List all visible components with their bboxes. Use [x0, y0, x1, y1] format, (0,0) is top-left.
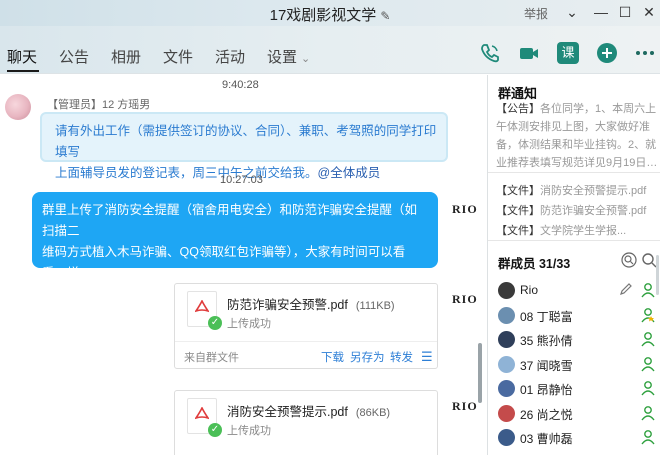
member-name: 37 闻晓雪 [520, 358, 573, 373]
member-name: 26 尚之悦 [520, 407, 573, 422]
member-item[interactable]: 08 丁聪富 [488, 305, 660, 327]
notice-file-item[interactable]: 【文件】防范诈骗安全预警.pdf [496, 202, 646, 218]
pdf-icon [195, 407, 209, 420]
search-icon[interactable] [641, 252, 657, 268]
check-icon: ✓ [208, 423, 222, 437]
add-icon[interactable] [596, 42, 618, 64]
own-avatar[interactable]: RIO [452, 202, 478, 217]
right-panel: 群通知 【公告】各位同学，1、本周六上午体测安排见上图，大家做好准备，体测结果和… [487, 75, 660, 455]
chat-scrollbar[interactable] [478, 343, 482, 403]
member-item[interactable]: Rio [488, 280, 660, 302]
member-item[interactable]: 01 昂静怡 [488, 378, 660, 400]
file-name: 防范诈骗安全预警.pdf (111KB) [227, 294, 395, 313]
file-tag: 【文件】 [496, 225, 540, 237]
divider [488, 240, 660, 241]
avatar[interactable] [498, 331, 515, 348]
message-line: 维码方式植入木马诈骗、QQ领取红包诈骗等），大家有时间可以看看，增 [42, 245, 406, 280]
avatar[interactable] [498, 429, 515, 446]
message-text: 上面辅导员发的登记表，周三中午之前交给我。 [55, 166, 318, 180]
notice-file-item[interactable]: 【文件】文学院学生学报... [496, 222, 626, 238]
member-name: 01 昂静怡 [520, 383, 573, 397]
member-item[interactable]: 26 尚之悦 [488, 403, 660, 425]
mention-all[interactable]: @全体成员 [318, 166, 381, 180]
notice-tag: 【公告】 [496, 103, 540, 115]
file-name: 消防安全预警提示.pdf (86KB) [227, 401, 390, 420]
member-item[interactable]: 03 曹帅磊 [488, 427, 660, 449]
member-item[interactable]: 35 熊孙倩 [488, 329, 660, 351]
pdf-file-icon: ✓ [187, 398, 222, 437]
file-name-text: 消防安全预警提示.pdf [540, 185, 647, 197]
file-size: (86KB) [355, 407, 391, 419]
more-icon[interactable] [634, 42, 656, 64]
divider [488, 172, 660, 173]
file-size: (111KB) [355, 300, 395, 312]
divider [175, 341, 437, 342]
member-name: Rio [520, 283, 539, 297]
message-line: 请有外出工作（需提供签订的协议、合同）、兼职、考驾照的同学打印填写 [55, 124, 437, 159]
avatar[interactable] [5, 94, 31, 120]
check-icon: ✓ [208, 316, 222, 330]
avatar[interactable] [498, 404, 515, 422]
video-call-icon[interactable] [518, 42, 540, 64]
message-time: 9:40:28 [222, 79, 259, 91]
pdf-icon [195, 300, 209, 313]
member-name: 08 丁聪富 [520, 309, 573, 324]
avatar[interactable] [498, 306, 515, 324]
avatar[interactable] [498, 380, 515, 397]
message-bubble[interactable]: 请有外出工作（需提供签订的协议、合同）、兼职、考驾照的同学打印填写 上面辅导员发… [40, 112, 448, 180]
forward-link[interactable]: 转发 [390, 349, 413, 365]
member-item[interactable]: 37 闻晓雪 [488, 354, 660, 376]
save-as-link[interactable]: 另存为 [350, 349, 385, 365]
own-message-bubble[interactable]: 群里上传了消防安全提醒（宿舍用电安全）和防范诈骗安全提醒（如扫描二 维码方式植入… [32, 192, 438, 301]
report-link[interactable]: 举报 [524, 5, 548, 22]
own-avatar[interactable]: RIO [452, 399, 478, 414]
file-name-text: 防范诈骗安全预警.pdf [540, 205, 647, 217]
member-person-icon [641, 332, 655, 347]
member-person-icon [641, 307, 655, 322]
upload-status: 上传成功 [227, 318, 271, 330]
file-name-text: 防范诈骗安全预警.pdf [227, 298, 348, 312]
download-link[interactable]: 下载 [321, 349, 344, 365]
maximize-icon[interactable]: ☐ [614, 2, 636, 22]
own-avatar[interactable]: RIO [452, 292, 478, 307]
member-search-icon[interactable] [621, 252, 637, 268]
file-tag: 【文件】 [496, 205, 540, 217]
member-name: 35 熊孙倩 [520, 334, 573, 348]
members-title: 群成员 31/33 [498, 257, 571, 271]
edit-icon[interactable] [619, 282, 633, 296]
pdf-file-icon: ✓ [187, 291, 222, 330]
members-scrollbar[interactable] [656, 255, 659, 295]
notice-file-item[interactable]: 【文件】消防安全预警提示.pdf [496, 182, 646, 198]
member-person-icon [641, 381, 655, 396]
member-person-icon [641, 356, 655, 371]
member-name: 03 曹帅磊 [520, 432, 573, 446]
file-tag: 【文件】 [496, 185, 540, 197]
message-line: 群里上传了消防安全提醒（宿舍用电安全）和防范诈骗安全提醒（如扫描二 [42, 203, 418, 238]
member-person-icon [641, 283, 655, 298]
close-icon[interactable]: ✕ [638, 2, 660, 22]
minimize-icon[interactable]: — [590, 2, 612, 22]
avatar[interactable] [498, 282, 515, 299]
avatar[interactable] [498, 355, 515, 373]
chat-area[interactable]: 9:40:28 【管理员】12 方瑶男 请有外出工作（需提供签订的协议、合同）、… [0, 0, 487, 455]
message-time: 10:27:03 [220, 174, 263, 186]
dropdown-icon[interactable]: ⌄ [561, 2, 583, 22]
class-button[interactable]: 课 [557, 42, 579, 64]
file-card[interactable]: ✓ 防范诈骗安全预警.pdf (111KB) 上传成功 来自群文件 下载 另存为 … [174, 283, 438, 369]
member-person-icon [641, 430, 655, 445]
file-name-text: 文学院学生学报... [540, 225, 627, 237]
group-notice[interactable]: 【公告】各位同学，1、本周六上午体测安排见上图，大家做好准备，体测结果和毕业挂钩… [496, 100, 659, 172]
file-card[interactable]: ✓ 消防安全预警提示.pdf (86KB) 上传成功 [174, 390, 438, 455]
sender-name[interactable]: 【管理员】12 方瑶男 [47, 96, 150, 112]
file-name-text: 消防安全预警提示.pdf [227, 405, 348, 419]
menu-icon[interactable]: ☰ [421, 349, 433, 365]
file-source: 来自群文件 [184, 352, 239, 364]
member-person-icon [641, 405, 655, 420]
upload-status: 上传成功 [227, 425, 271, 437]
